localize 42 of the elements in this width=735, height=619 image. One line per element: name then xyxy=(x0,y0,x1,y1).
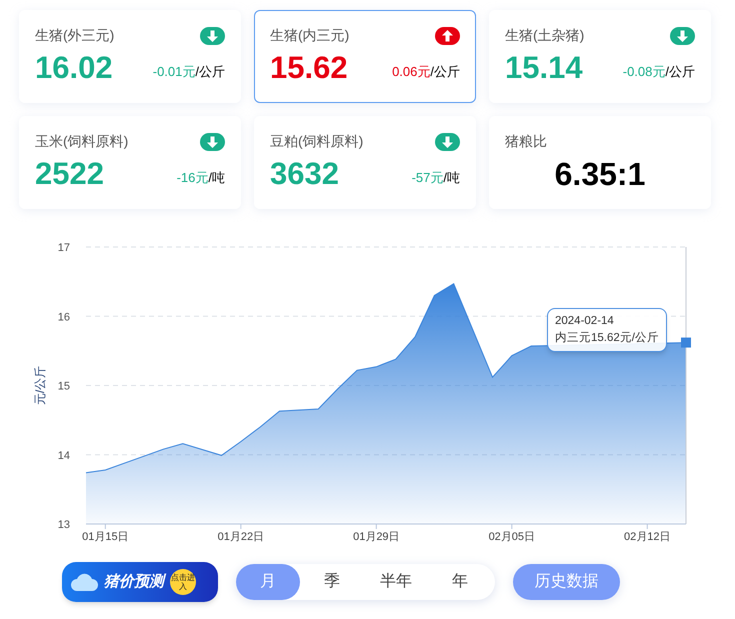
y-tick-label: 13 xyxy=(58,519,70,531)
cloud-icon xyxy=(70,571,98,593)
y-tick-label: 15 xyxy=(58,380,70,392)
ratio-value: 6.35:1 xyxy=(554,158,646,190)
card-title: 生猪(内三元) xyxy=(270,26,350,45)
price-unit: /吨 xyxy=(443,168,460,186)
y-tick-label: 14 xyxy=(58,450,70,462)
y-tick-label: 16 xyxy=(58,311,70,324)
y-tick-label: 17 xyxy=(58,242,70,254)
x-tick-label: 02月12日 xyxy=(624,531,671,543)
price-value: 15.62 xyxy=(270,52,348,83)
banner-title: 猪价预测 xyxy=(104,570,164,594)
x-tick-label: 01月22日 xyxy=(218,531,264,543)
tooltip-date: 2024-02-14 xyxy=(555,314,615,329)
price-unit: /公斤 xyxy=(665,62,695,80)
period-tab[interactable]: 年 xyxy=(428,564,492,600)
card-title: 生猪(外三元) xyxy=(35,26,114,45)
price-value: 16.02 xyxy=(35,52,113,83)
price-unit: /公斤 xyxy=(430,62,460,80)
price-change: 0.06元 xyxy=(392,62,430,80)
card-title: 生猪(土杂猪) xyxy=(505,26,584,45)
price-value: 2522 xyxy=(35,158,104,189)
card-title: 猪粮比 xyxy=(505,132,548,151)
period-tab[interactable]: 季 xyxy=(300,564,364,600)
card-title: 豆粕(饲料原料) xyxy=(270,132,364,151)
price-change: -0.01元 xyxy=(152,62,196,80)
tooltip-value: 内三元15.62元/公斤 xyxy=(555,330,659,346)
banner-badge: 点击进入 xyxy=(170,569,196,595)
price-change: -57元 xyxy=(412,168,444,186)
data-point-marker xyxy=(681,338,691,348)
price-change: -16元 xyxy=(176,168,208,186)
price-unit: /吨 xyxy=(208,168,225,186)
x-tick-label: 02月05日 xyxy=(488,531,536,543)
price-change: -0.08元 xyxy=(622,62,666,80)
x-tick-label: 01月29日 xyxy=(353,531,400,543)
price-unit: /公斤 xyxy=(195,62,225,80)
y-axis-label: 元/公斤 xyxy=(33,366,47,406)
price-value: 3632 xyxy=(270,158,339,189)
card-title: 玉米(饲料原料) xyxy=(35,132,128,151)
period-tab[interactable]: 半年 xyxy=(364,564,428,600)
price-value: 15.14 xyxy=(505,52,583,83)
x-tick-label: 01月15日 xyxy=(82,531,129,543)
